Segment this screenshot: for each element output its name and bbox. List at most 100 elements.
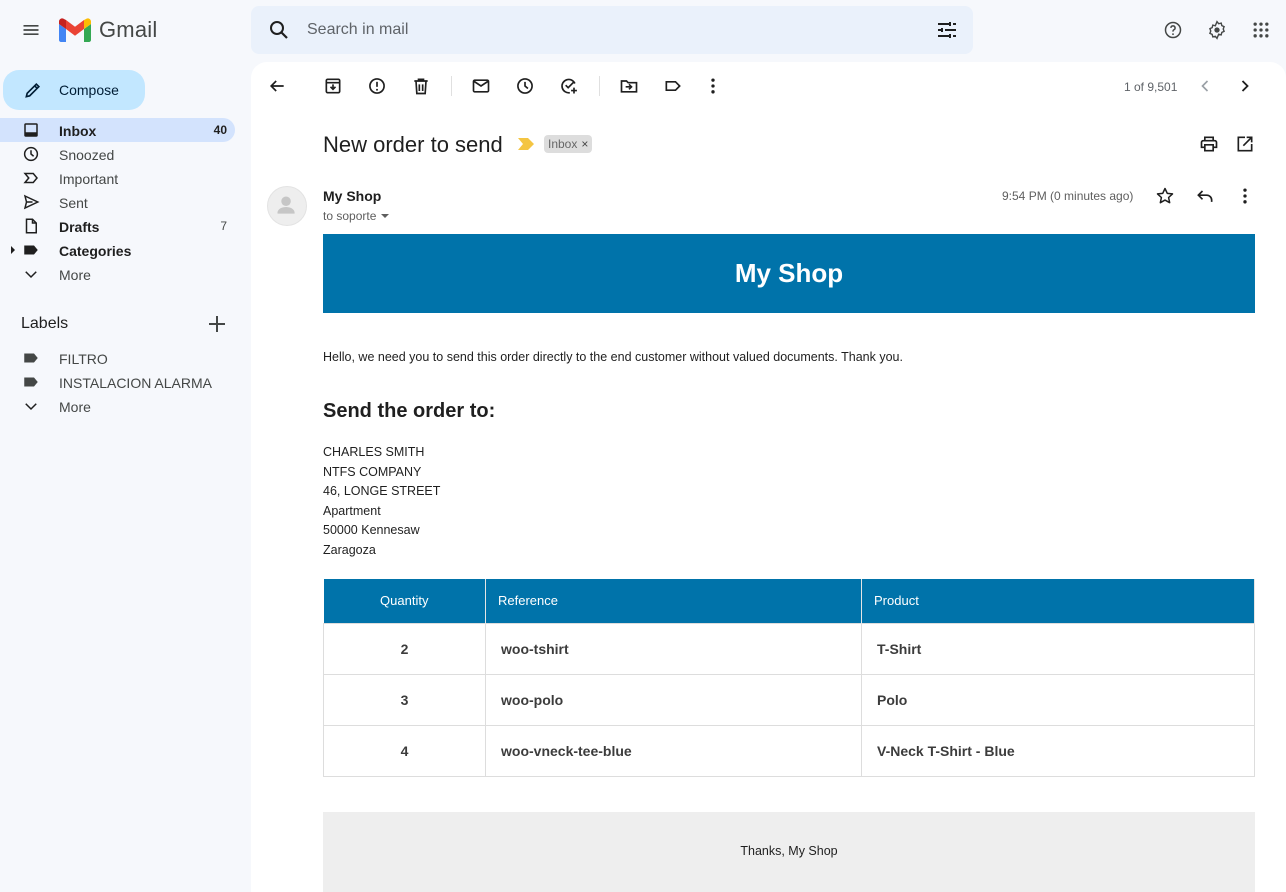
delete-button[interactable] — [401, 66, 441, 106]
message-more-button[interactable] — [1225, 176, 1265, 216]
label-outline-icon — [665, 81, 681, 91]
pagination-count: 1 of 9,501 — [1124, 80, 1178, 94]
sidebar-item-more[interactable]: More — [0, 262, 235, 286]
label-item-instalacion-alarma[interactable]: INSTALACION ALARMA — [0, 370, 235, 394]
cell-reference: woo-tshirt — [485, 622, 862, 675]
star-button[interactable] — [1145, 176, 1185, 216]
person-icon — [277, 196, 295, 214]
table-header-row: Quantity Reference Product — [323, 579, 1255, 623]
toolbar-divider — [451, 76, 452, 96]
sidebar-item-label: More — [59, 267, 91, 283]
footer-text: Thanks, My Shop — [740, 844, 838, 858]
sidebar-item-important[interactable]: Important — [0, 166, 235, 190]
message-timestamp: 9:54 PM (0 minutes ago) — [1002, 189, 1134, 203]
address-line: CHARLES SMITH — [323, 445, 425, 459]
sidebar-item-inbox[interactable]: Inbox 40 — [0, 118, 235, 142]
reply-icon — [1197, 190, 1213, 202]
chevron-left-icon — [1201, 80, 1209, 92]
cell-product: V-Neck T-Shirt - Blue — [861, 724, 1255, 777]
label-name: FILTRO — [59, 351, 108, 367]
reply-button[interactable] — [1185, 176, 1225, 216]
address-line: NTFS COMPANY — [323, 464, 422, 479]
chevron-down-icon — [25, 403, 37, 411]
archive-icon — [325, 78, 341, 94]
important-marker-icon[interactable] — [518, 138, 534, 150]
report-spam-button[interactable] — [357, 66, 397, 106]
search-options-icon[interactable] — [935, 18, 959, 42]
print-all-button[interactable] — [1189, 124, 1229, 164]
move-to-button[interactable] — [609, 66, 649, 106]
archive-button[interactable] — [313, 66, 353, 106]
sidebar-item-categories[interactable]: Categories — [0, 238, 235, 262]
address-line: Apartment — [323, 503, 381, 518]
labels-heading: Labels — [21, 315, 69, 332]
sidebar-item-drafts[interactable]: Drafts 7 — [0, 214, 235, 238]
gmail-wordmark: Gmail — [99, 17, 158, 42]
column-header-reference: Reference — [485, 579, 862, 623]
more-actions-button[interactable] — [693, 66, 733, 106]
arrow-back-icon — [269, 80, 284, 92]
back-button[interactable] — [257, 66, 297, 106]
google-apps-button[interactable] — [1241, 10, 1281, 50]
compose-button[interactable]: Compose — [3, 70, 145, 110]
search-bar[interactable] — [251, 6, 973, 54]
main-menu-button[interactable] — [11, 10, 51, 50]
cell-reference: woo-polo — [485, 673, 862, 726]
sidebar-item-sent[interactable]: Sent — [0, 190, 235, 214]
sidebar-item-label: Snoozed — [59, 147, 115, 163]
sidebar-item-label: Drafts — [59, 219, 100, 235]
star-outline-icon — [1156, 187, 1174, 204]
sender-name[interactable]: My Shop — [323, 188, 381, 204]
sidebar-item-label: Categories — [59, 243, 132, 259]
address-line: 50000 Kennesaw — [323, 523, 420, 538]
settings-gear-icon — [1209, 20, 1225, 40]
gmail-logo[interactable]: Gmail — [59, 17, 157, 43]
compose-label: Compose — [59, 82, 119, 98]
clock-icon — [517, 78, 533, 94]
move-to-folder-icon — [620, 80, 638, 93]
address-line: Zaragoza — [323, 542, 376, 557]
sender-avatar[interactable] — [267, 186, 307, 226]
message-pane: 1 of 9,501 New order to send Inbox × My … — [251, 62, 1286, 892]
settings-button[interactable] — [1197, 10, 1237, 50]
clock-icon — [23, 146, 39, 162]
open-in-new-icon — [1237, 136, 1253, 152]
address-line: 46, LONGE STREET — [323, 484, 441, 499]
cell-product: T-Shirt — [861, 622, 1255, 675]
newer-button[interactable] — [1185, 66, 1225, 106]
snooze-button[interactable] — [505, 66, 545, 106]
order-items-table: Quantity Reference Product 2 woo-tshirt … — [323, 579, 1255, 777]
more-vert-icon — [711, 78, 715, 94]
gmail-m-icon — [59, 18, 91, 42]
mark-unread-button[interactable] — [461, 66, 501, 106]
label-name: More — [59, 399, 91, 415]
chip-label: Inbox — [548, 137, 578, 151]
labels-more[interactable]: More — [0, 394, 235, 418]
help-button[interactable] — [1153, 10, 1193, 50]
draft-count: 7 — [220, 219, 227, 233]
hamburger-menu-icon — [23, 25, 39, 35]
caret-down-icon — [381, 214, 390, 218]
trash-icon — [414, 78, 428, 95]
inbox-icon — [24, 123, 38, 137]
shipping-heading: Send the order to: — [323, 400, 496, 422]
labels-button[interactable] — [653, 66, 693, 106]
toolbar-divider — [599, 76, 600, 96]
open-new-window-button[interactable] — [1225, 124, 1265, 164]
add-to-tasks-button[interactable] — [549, 66, 589, 106]
label-icon — [24, 245, 38, 255]
pencil-icon — [25, 82, 41, 98]
expand-arrow-icon[interactable] — [11, 246, 15, 254]
label-icon — [24, 353, 38, 363]
add-label-icon[interactable] — [205, 312, 229, 336]
cell-reference: woo-vneck-tee-blue — [485, 724, 862, 777]
older-button[interactable] — [1225, 66, 1265, 106]
remove-label-icon[interactable]: × — [581, 137, 588, 151]
chevron-down-icon — [25, 271, 37, 279]
recipient-details-toggle[interactable]: to soporte — [323, 209, 390, 223]
sidebar-item-snoozed[interactable]: Snoozed — [0, 142, 235, 166]
unread-count: 40 — [213, 123, 227, 137]
search-icon[interactable] — [267, 18, 291, 42]
label-item-filtro[interactable]: FILTRO — [0, 346, 235, 370]
search-input[interactable] — [307, 18, 907, 42]
